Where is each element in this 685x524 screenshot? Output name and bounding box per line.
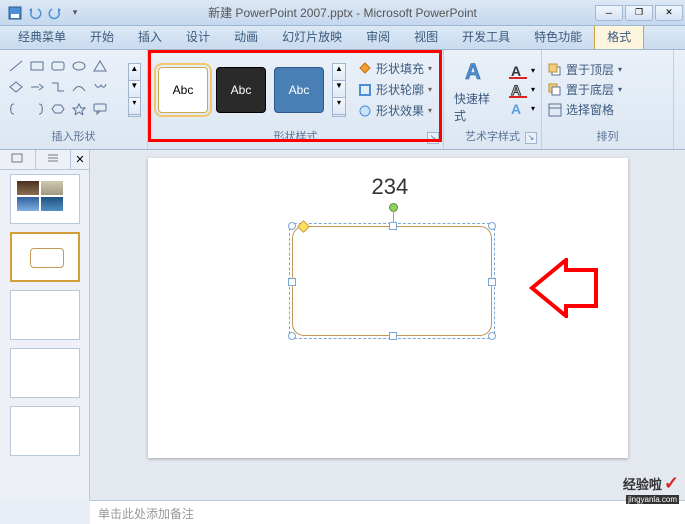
shape-styles-launcher-icon[interactable]: ↘ — [427, 132, 439, 144]
handle-sw[interactable] — [288, 332, 296, 340]
panel-close-icon[interactable]: ✕ — [71, 150, 89, 169]
watermark-brand: 经验啦 — [623, 474, 662, 493]
canvas-area[interactable]: 234 — [90, 150, 685, 500]
shape-diamond-icon[interactable] — [8, 80, 24, 94]
tab-addin[interactable]: 特色功能 — [522, 24, 594, 49]
wordart-launcher-icon[interactable]: ↘ — [525, 132, 537, 144]
text-fill-button[interactable]: A▾ — [509, 63, 535, 79]
shape-freeform-icon[interactable] — [92, 80, 108, 94]
tab-animation[interactable]: 动画 — [222, 24, 270, 49]
ribbon: ▲▼▾ 插入形状 Abc Abc Abc ▲▼▾ 形状填充▾ 形状轮廓▾ 形状效… — [0, 50, 685, 150]
ribbon-tabs: 经典菜单 开始 插入 设计 动画 幻灯片放映 审阅 视图 开发工具 特色功能 格… — [0, 26, 685, 50]
window-title: 新建 PowerPoint 2007.pptx - Microsoft Powe… — [208, 4, 477, 21]
thumb-slide-4[interactable] — [10, 348, 80, 398]
shapes-scroll[interactable]: ▲▼▾ — [128, 63, 141, 117]
tab-review[interactable]: 审阅 — [354, 24, 402, 49]
shape-arrow-icon[interactable] — [29, 80, 45, 94]
shape-callout-icon[interactable] — [92, 102, 108, 116]
minimize-button[interactable]: ─ — [595, 5, 623, 21]
quick-styles-button[interactable]: A 快速样式 — [450, 54, 503, 126]
qat-more-icon[interactable]: ▾ — [66, 4, 84, 22]
thumb-slide-5[interactable] — [10, 406, 80, 456]
tab-classic[interactable]: 经典菜单 — [6, 24, 78, 49]
handle-se[interactable] — [488, 332, 496, 340]
shape-rect-icon[interactable] — [29, 59, 45, 73]
tab-developer[interactable]: 开发工具 — [450, 24, 522, 49]
tab-slideshow[interactable]: 幻灯片放映 — [270, 24, 354, 49]
shape-triangle-icon[interactable] — [92, 59, 108, 73]
text-effects-button[interactable]: A▾ — [509, 101, 535, 117]
save-icon[interactable] — [6, 4, 24, 22]
handle-n[interactable] — [389, 222, 397, 230]
workspace: ✕ 234 — [0, 150, 685, 500]
tab-design[interactable]: 设计 — [174, 24, 222, 49]
svg-text:A: A — [511, 82, 521, 98]
tab-insert[interactable]: 插入 — [126, 24, 174, 49]
shape-roundrect-icon[interactable] — [50, 59, 66, 73]
redo-icon[interactable] — [46, 4, 64, 22]
shape-brace2-icon[interactable] — [29, 102, 45, 116]
handle-w[interactable] — [288, 278, 296, 286]
svg-text:A: A — [465, 59, 481, 84]
handle-s[interactable] — [389, 332, 397, 340]
group-arrange: 置于顶层▾ 置于底层▾ 选择窗格 排列 — [542, 50, 674, 149]
slide-canvas[interactable]: 234 — [148, 158, 628, 458]
watermark-check-icon: ✓ — [664, 473, 679, 494]
svg-text:A: A — [511, 63, 521, 79]
shape-rounded-rectangle[interactable] — [292, 226, 492, 336]
slide-thumbnails — [0, 170, 89, 500]
text-234[interactable]: 234 — [372, 174, 409, 200]
panel-tab-slides[interactable] — [0, 150, 36, 169]
group-label-insert-shapes: 插入形状 — [6, 126, 141, 146]
style-preset-2[interactable]: Abc — [216, 67, 266, 113]
group-label-shape-styles: 形状样式↘ — [154, 126, 437, 146]
style-preset-1[interactable]: Abc — [158, 67, 208, 113]
group-wordart-styles: A 快速样式 A▾ A▾ A▾ 艺术字样式↘ — [444, 50, 542, 149]
send-back-button[interactable]: 置于底层▾ — [548, 81, 622, 98]
text-outline-button[interactable]: A▾ — [509, 82, 535, 98]
titlebar: ▾ 新建 PowerPoint 2007.pptx - Microsoft Po… — [0, 0, 685, 26]
handle-e[interactable] — [488, 278, 496, 286]
close-button[interactable]: ✕ — [655, 5, 683, 21]
tab-home[interactable]: 开始 — [78, 24, 126, 49]
shape-brace-icon[interactable] — [8, 102, 24, 116]
adjust-handle-icon[interactable] — [297, 220, 310, 233]
tab-view[interactable]: 视图 — [402, 24, 450, 49]
handle-ne[interactable] — [488, 222, 496, 230]
group-shape-styles: Abc Abc Abc ▲▼▾ 形状填充▾ 形状轮廓▾ 形状效果▾ 形状样式↘ — [148, 50, 444, 149]
shape-line-icon[interactable] — [8, 59, 24, 73]
styles-scroll[interactable]: ▲▼▾ — [332, 63, 346, 117]
shape-outline-button[interactable]: 形状轮廓▾ — [358, 81, 432, 98]
shapes-gallery[interactable] — [6, 57, 124, 123]
shape-connector-icon[interactable] — [50, 80, 66, 94]
shape-oval-icon[interactable] — [71, 59, 87, 73]
shape-fill-button[interactable]: 形状填充▾ — [358, 60, 432, 77]
shape-curve-icon[interactable] — [71, 80, 87, 94]
shape-effects-button[interactable]: 形状效果▾ — [358, 102, 432, 119]
shape-star-icon[interactable] — [71, 102, 87, 116]
undo-icon[interactable] — [26, 4, 44, 22]
notes-placeholder[interactable]: 单击此处添加备注 — [90, 500, 685, 524]
group-insert-shapes: ▲▼▾ 插入形状 — [0, 50, 148, 149]
selection-pane-button[interactable]: 选择窗格 — [548, 101, 622, 118]
bring-front-button[interactable]: 置于顶层▾ — [548, 61, 622, 78]
svg-text:A: A — [511, 101, 521, 117]
thumb-slide-1[interactable] — [10, 174, 80, 224]
thumb-slide-2[interactable] — [10, 232, 80, 282]
shape-hexagon-icon[interactable] — [50, 102, 66, 116]
handle-nw[interactable] — [288, 222, 296, 230]
style-preset-3[interactable]: Abc — [274, 67, 324, 113]
slide-panel: ✕ — [0, 150, 90, 500]
watermark: 经验啦 ✓ jingyanla.com — [623, 473, 679, 494]
group-label-arrange: 排列 — [548, 126, 667, 146]
thumb-slide-3[interactable] — [10, 290, 80, 340]
annotation-red-arrow — [528, 258, 598, 318]
tab-format[interactable]: 格式 — [594, 23, 644, 49]
restore-button[interactable]: ❐ — [625, 5, 653, 21]
group-label-wordart: 艺术字样式↘ — [450, 126, 535, 146]
panel-tab-outline[interactable] — [36, 150, 72, 169]
